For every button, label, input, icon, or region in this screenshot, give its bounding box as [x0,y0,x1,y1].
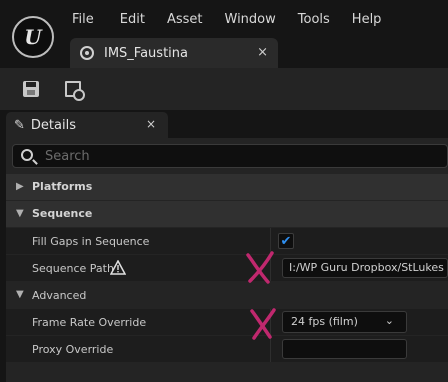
details-tab[interactable]: ✎ Details × [6,112,168,138]
save-icon [23,81,39,97]
document-tab-label: IMS_Faustina [104,45,188,61]
document-tab[interactable]: IMS_Faustina × [70,38,278,68]
property-row-proxy: Proxy Override [6,336,448,362]
pencil-icon: ✎ [14,117,25,133]
browse-icon [65,81,85,101]
dropdown-value: 24 fps (film) [291,315,358,328]
chevron-down-icon: ⌄ [384,314,394,327]
search-box[interactable] [12,144,448,168]
collapse-arrow-icon[interactable]: ▼ [16,208,24,219]
category-sequence[interactable]: ▼ Sequence [6,201,448,227]
category-label: Advanced [32,289,87,302]
close-tab-icon[interactable]: × [257,45,268,60]
menu-asset[interactable]: Asset [167,12,203,27]
menu-bar: File Edit Asset Window Tools Help [72,12,403,27]
category-platforms[interactable]: ▶ Platforms [6,174,448,200]
property-row-frame-rate: Frame Rate Override 24 fps (film) ⌄ [6,309,448,335]
property-label: Sequence Path [32,262,114,275]
search-input[interactable] [45,147,435,165]
collapse-arrow-icon[interactable]: ▼ [16,289,24,300]
property-label: Fill Gaps in Sequence [32,235,150,248]
property-label: Proxy Override [32,343,114,356]
property-row-sequence-path: Sequence Path I:/WP Guru Dropbox/StLukes [6,255,448,281]
proxy-override-field[interactable] [282,339,407,359]
annotation-x-mark [250,308,276,340]
category-advanced[interactable]: ▼ Advanced [6,282,448,308]
warning-icon [110,260,126,275]
frame-rate-dropdown[interactable]: 24 fps (film) ⌄ [282,311,407,333]
browse-to-asset-button[interactable] [56,74,90,104]
close-panel-icon[interactable]: × [146,117,156,131]
panel-tab-bar: ✎ Details × [0,110,448,138]
asset-type-icon [80,46,94,60]
expand-arrow-icon[interactable]: ▶ [16,181,24,192]
property-label: Frame Rate Override [32,316,147,329]
category-label: Platforms [32,180,93,193]
menu-tools[interactable]: Tools [298,12,330,27]
menu-edit[interactable]: Edit [120,12,145,27]
checkmark-icon: ✔ [280,233,292,249]
menu-window[interactable]: Window [225,12,276,27]
details-tab-label: Details [30,117,76,133]
search-icon [21,149,33,161]
category-label: Sequence [32,207,93,220]
menu-file[interactable]: File [72,12,94,27]
unreal-logo-icon[interactable]: U [12,16,54,58]
sequence-path-field[interactable]: I:/WP Guru Dropbox/StLukes [282,258,448,278]
title-bar: U File Edit Asset Window Tools Help IMS_… [0,0,448,75]
menu-help[interactable]: Help [352,12,382,27]
save-button[interactable] [14,74,48,104]
property-row-fill-gaps: Fill Gaps in Sequence ✔ [6,228,448,254]
fill-gaps-checkbox[interactable]: ✔ [278,233,294,249]
toolbar [0,68,448,110]
annotation-x-mark [246,251,274,284]
